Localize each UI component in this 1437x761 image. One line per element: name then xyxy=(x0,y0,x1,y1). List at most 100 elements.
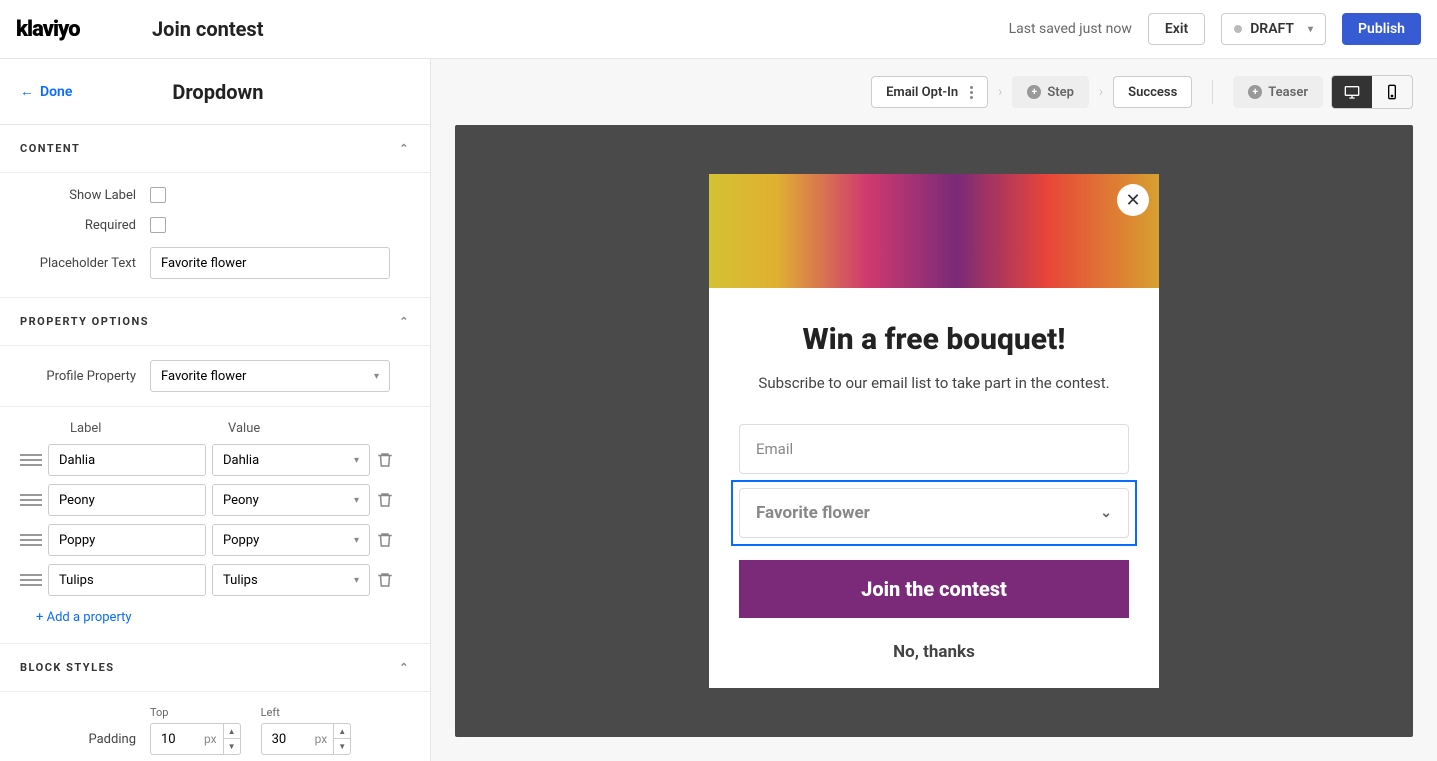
publish-button[interactable]: Publish xyxy=(1342,13,1421,45)
exit-button[interactable]: Exit xyxy=(1148,13,1205,45)
option-row: Peony ▾ xyxy=(20,484,410,516)
block-styles-heading: BLOCK STYLES xyxy=(20,661,115,674)
padding-top-label: Top xyxy=(150,706,241,719)
popup-hero-image: ✕ xyxy=(709,174,1159,288)
property-options-heading: PROPERTY OPTIONS xyxy=(20,315,149,328)
chevron-down-icon: ▾ xyxy=(354,575,359,586)
chevron-down-icon: ⌄ xyxy=(1100,505,1112,521)
status-select[interactable]: DRAFT ▾ xyxy=(1221,13,1326,45)
klaviyo-logo[interactable]: klaviyo xyxy=(16,14,112,44)
trash-icon[interactable] xyxy=(376,491,394,509)
padding-label: Padding xyxy=(20,732,150,755)
popup-title[interactable]: Win a free bouquet! xyxy=(739,322,1129,357)
chevron-down-icon: ▾ xyxy=(354,455,359,466)
padding-left-input[interactable] xyxy=(261,723,309,755)
property-options-section-header[interactable]: PROPERTY OPTIONS ⌃ xyxy=(0,298,430,346)
arrow-left-icon: ← xyxy=(20,83,34,100)
chevron-down-icon: ▾ xyxy=(374,371,379,382)
profile-property-value: Favorite flower xyxy=(161,369,246,384)
drag-handle-icon[interactable] xyxy=(20,574,42,586)
option-row: Tulips ▾ xyxy=(20,564,410,596)
mobile-view-button[interactable] xyxy=(1372,76,1412,108)
chevron-right-icon: › xyxy=(996,84,1004,100)
teaser-label: Teaser xyxy=(1268,85,1308,100)
close-icon: ✕ xyxy=(1125,190,1140,211)
option-label-input[interactable] xyxy=(48,564,206,596)
required-checkbox[interactable] xyxy=(150,217,166,233)
option-label-input[interactable] xyxy=(48,444,206,476)
separator xyxy=(1212,80,1213,104)
done-label: Done xyxy=(40,84,72,100)
trash-icon[interactable] xyxy=(376,451,394,469)
add-teaser-button[interactable]: + Teaser xyxy=(1233,76,1323,108)
block-name: Dropdown xyxy=(172,80,263,104)
drag-handle-icon[interactable] xyxy=(20,454,42,466)
option-value: Dahlia xyxy=(223,453,259,468)
popup: ✕ Win a free bouquet! Subscribe to our e… xyxy=(709,174,1159,688)
popup-cta-button[interactable]: Join the contest xyxy=(739,560,1129,618)
plus-circle-icon: + xyxy=(1248,85,1262,99)
popup-dropdown[interactable]: Favorite flower ⌄ xyxy=(739,488,1129,538)
option-label-input[interactable] xyxy=(48,484,206,516)
add-property-link[interactable]: + Add a property xyxy=(36,610,132,625)
padding-top-input[interactable] xyxy=(150,723,198,755)
required-label: Required xyxy=(20,218,150,233)
status-label: DRAFT xyxy=(1250,21,1294,37)
success-label: Success xyxy=(1128,85,1177,100)
email-optin-label: Email Opt-In xyxy=(886,85,958,100)
plus-circle-icon: + xyxy=(1027,85,1041,99)
drag-handle-icon[interactable] xyxy=(20,494,42,506)
option-value: Poppy xyxy=(223,533,259,548)
show-label-checkbox[interactable] xyxy=(150,187,166,203)
success-tab[interactable]: Success xyxy=(1113,76,1192,108)
drag-handle-icon[interactable] xyxy=(20,534,42,546)
placeholder-input[interactable] xyxy=(150,247,390,279)
show-label-label: Show Label xyxy=(20,188,150,203)
desktop-view-button[interactable] xyxy=(1332,76,1372,108)
trash-icon[interactable] xyxy=(376,571,394,589)
preview-canvas[interactable]: ✕ Win a free bouquet! Subscribe to our e… xyxy=(455,125,1413,737)
profile-property-label: Profile Property xyxy=(20,369,150,384)
popup-subtitle[interactable]: Subscribe to our email list to take part… xyxy=(739,373,1129,394)
chevron-down-icon: ▾ xyxy=(354,495,359,506)
chevron-right-icon: › xyxy=(1097,84,1105,100)
block-styles-section-header[interactable]: BLOCK STYLES ⌃ xyxy=(0,644,430,692)
content-section-header[interactable]: CONTENT ⌃ xyxy=(0,125,430,173)
content-heading: CONTENT xyxy=(20,142,80,155)
placeholder-label: Placeholder Text xyxy=(20,256,150,271)
mobile-icon xyxy=(1384,84,1400,100)
popup-dismiss-link[interactable]: No, thanks xyxy=(739,642,1129,662)
sidebar: ← Done Dropdown CONTENT ⌃ Show Label Req… xyxy=(0,59,431,761)
option-row: Dahlia ▾ xyxy=(20,444,410,476)
done-button[interactable]: ← Done xyxy=(20,83,72,100)
desktop-icon xyxy=(1344,84,1360,100)
option-value: Peony xyxy=(223,493,259,508)
option-label-input[interactable] xyxy=(48,524,206,556)
popup-email-input[interactable]: Email xyxy=(739,424,1129,474)
label-column-header: Label xyxy=(70,421,228,436)
popup-close-button[interactable]: ✕ xyxy=(1117,184,1149,216)
option-value-select[interactable]: Tulips ▾ xyxy=(212,564,370,596)
step-label: Step xyxy=(1047,85,1074,100)
save-status: Last saved just now xyxy=(1009,21,1132,37)
chevron-up-icon: ⌃ xyxy=(399,315,410,328)
option-value-select[interactable]: Poppy ▾ xyxy=(212,524,370,556)
trash-icon[interactable] xyxy=(376,531,394,549)
option-value-select[interactable]: Dahlia ▾ xyxy=(212,444,370,476)
popup-dropdown-placeholder: Favorite flower xyxy=(756,503,870,523)
flow-title: Join contest xyxy=(152,17,263,41)
option-row: Poppy ▾ xyxy=(20,524,410,556)
option-value-select[interactable]: Peony ▾ xyxy=(212,484,370,516)
chevron-up-icon: ⌃ xyxy=(399,142,410,155)
profile-property-select[interactable]: Favorite flower ▾ xyxy=(150,360,390,392)
step-up-icon[interactable]: ▲ xyxy=(224,724,240,739)
step-up-icon[interactable]: ▲ xyxy=(334,724,350,739)
email-optin-tab[interactable]: Email Opt-In xyxy=(871,76,988,108)
popup-dropdown-block-selected[interactable]: Favorite flower ⌄ xyxy=(731,480,1137,546)
kebab-icon[interactable] xyxy=(964,86,973,99)
step-down-icon[interactable]: ▼ xyxy=(224,739,240,754)
padding-left-label: Left xyxy=(261,706,352,719)
add-step-button[interactable]: + Step xyxy=(1012,76,1089,108)
step-down-icon[interactable]: ▼ xyxy=(334,739,350,754)
chevron-up-icon: ⌃ xyxy=(399,661,410,674)
